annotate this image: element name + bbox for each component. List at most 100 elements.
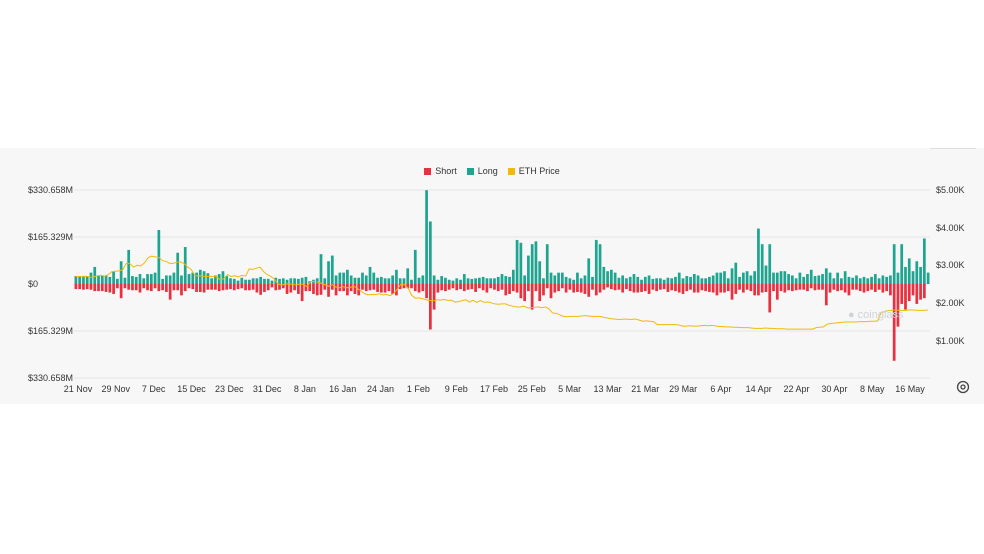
short-bar <box>549 284 553 299</box>
short-bar <box>425 284 428 299</box>
long-bar <box>628 276 632 284</box>
short-bar <box>583 284 587 294</box>
y-left-tick-label: $0 <box>28 279 38 289</box>
short-bar <box>643 284 647 292</box>
short-bar <box>836 284 839 292</box>
short-bar <box>828 284 832 293</box>
short-bar <box>157 284 161 292</box>
short-bar <box>602 284 606 290</box>
short-bar <box>692 284 696 293</box>
long-bar <box>74 276 78 284</box>
long-bar <box>636 276 640 284</box>
long-bar <box>681 278 685 284</box>
long-bar <box>772 272 775 284</box>
short-bar <box>131 284 134 291</box>
short-bar <box>187 284 191 289</box>
short-bar <box>515 284 519 293</box>
x-tick-label: 30 Apr <box>821 384 847 394</box>
long-bar <box>334 275 338 284</box>
short-bar <box>308 284 312 292</box>
short-bar <box>466 284 470 290</box>
x-tick-label: 1 Feb <box>407 384 430 394</box>
short-bar <box>168 284 172 300</box>
short-bar <box>180 284 183 296</box>
short-bar <box>451 284 455 289</box>
long-bar <box>719 272 723 284</box>
short-bar <box>734 284 738 294</box>
long-bar <box>395 269 398 284</box>
long-bar <box>206 273 210 284</box>
x-tick-label: 17 Feb <box>480 384 508 394</box>
long-bar <box>353 277 357 284</box>
short-bar <box>813 284 817 291</box>
long-bar <box>168 275 172 284</box>
eth-price-line <box>75 255 929 330</box>
short-bar <box>100 284 104 292</box>
y-left-tick-label: $330.658M <box>28 373 73 383</box>
long-bar <box>674 276 677 284</box>
short-bar <box>685 284 689 292</box>
long-bar <box>907 258 911 284</box>
x-tick-label: 25 Feb <box>518 384 546 394</box>
long-bar <box>832 278 836 284</box>
long-bar <box>715 272 719 284</box>
long-bar <box>161 278 164 284</box>
long-bar <box>840 278 843 284</box>
long-bar <box>398 278 402 284</box>
short-bar <box>85 284 89 290</box>
long-bar <box>247 279 251 284</box>
long-bar <box>659 278 662 284</box>
short-bar <box>726 284 730 292</box>
short-bar <box>564 284 568 293</box>
short-bar <box>760 284 764 293</box>
y-right-tick-label: $4.00K <box>936 223 965 233</box>
long-bar <box>104 275 108 284</box>
long-bar <box>436 279 440 284</box>
short-bar <box>300 284 304 302</box>
long-bar <box>806 274 809 284</box>
long-bar <box>285 279 289 284</box>
short-bar <box>508 284 511 294</box>
long-bar <box>342 272 345 284</box>
short-bar <box>255 284 259 293</box>
short-bar <box>229 284 232 290</box>
short-bar <box>478 284 481 289</box>
long-bar <box>504 276 508 284</box>
liquidation-chart: $330.658M $165.329M $0 $165.329M $330.658M $5… <box>28 185 965 394</box>
long-bar <box>610 269 613 284</box>
short-bar <box>843 284 847 293</box>
short-bar <box>892 284 896 361</box>
short-bar <box>855 284 858 290</box>
short-bar <box>379 284 383 293</box>
long-bar <box>304 276 308 284</box>
short-bar <box>82 284 85 290</box>
short-bar <box>545 284 549 289</box>
long-bar <box>738 276 741 284</box>
x-tick-label: 22 Apr <box>783 384 809 394</box>
settings-button[interactable] <box>956 380 970 394</box>
short-bar <box>236 284 240 290</box>
long-bar <box>428 221 432 284</box>
short-bar <box>881 284 885 293</box>
long-bar <box>127 249 131 284</box>
short-bar <box>263 284 266 292</box>
long-bar <box>330 255 334 284</box>
short-bar <box>240 284 244 289</box>
short-bar <box>247 284 251 291</box>
short-bar <box>274 284 278 291</box>
short-bar <box>791 284 794 292</box>
long-bar <box>240 277 244 284</box>
short-bar <box>346 284 349 296</box>
short-bar <box>783 284 787 293</box>
short-bar <box>621 284 625 293</box>
short-bar <box>206 284 210 290</box>
x-tick-label: 31 Dec <box>253 384 282 394</box>
short-bar <box>557 284 560 292</box>
x-tick-label: 16 Jan <box>329 384 356 394</box>
y-right-tick-label: $2.00K <box>936 298 965 308</box>
short-bar <box>270 284 274 288</box>
long-bar <box>855 275 858 284</box>
short-bar <box>289 284 293 293</box>
short-bar <box>911 284 915 296</box>
short-bar <box>251 284 255 290</box>
